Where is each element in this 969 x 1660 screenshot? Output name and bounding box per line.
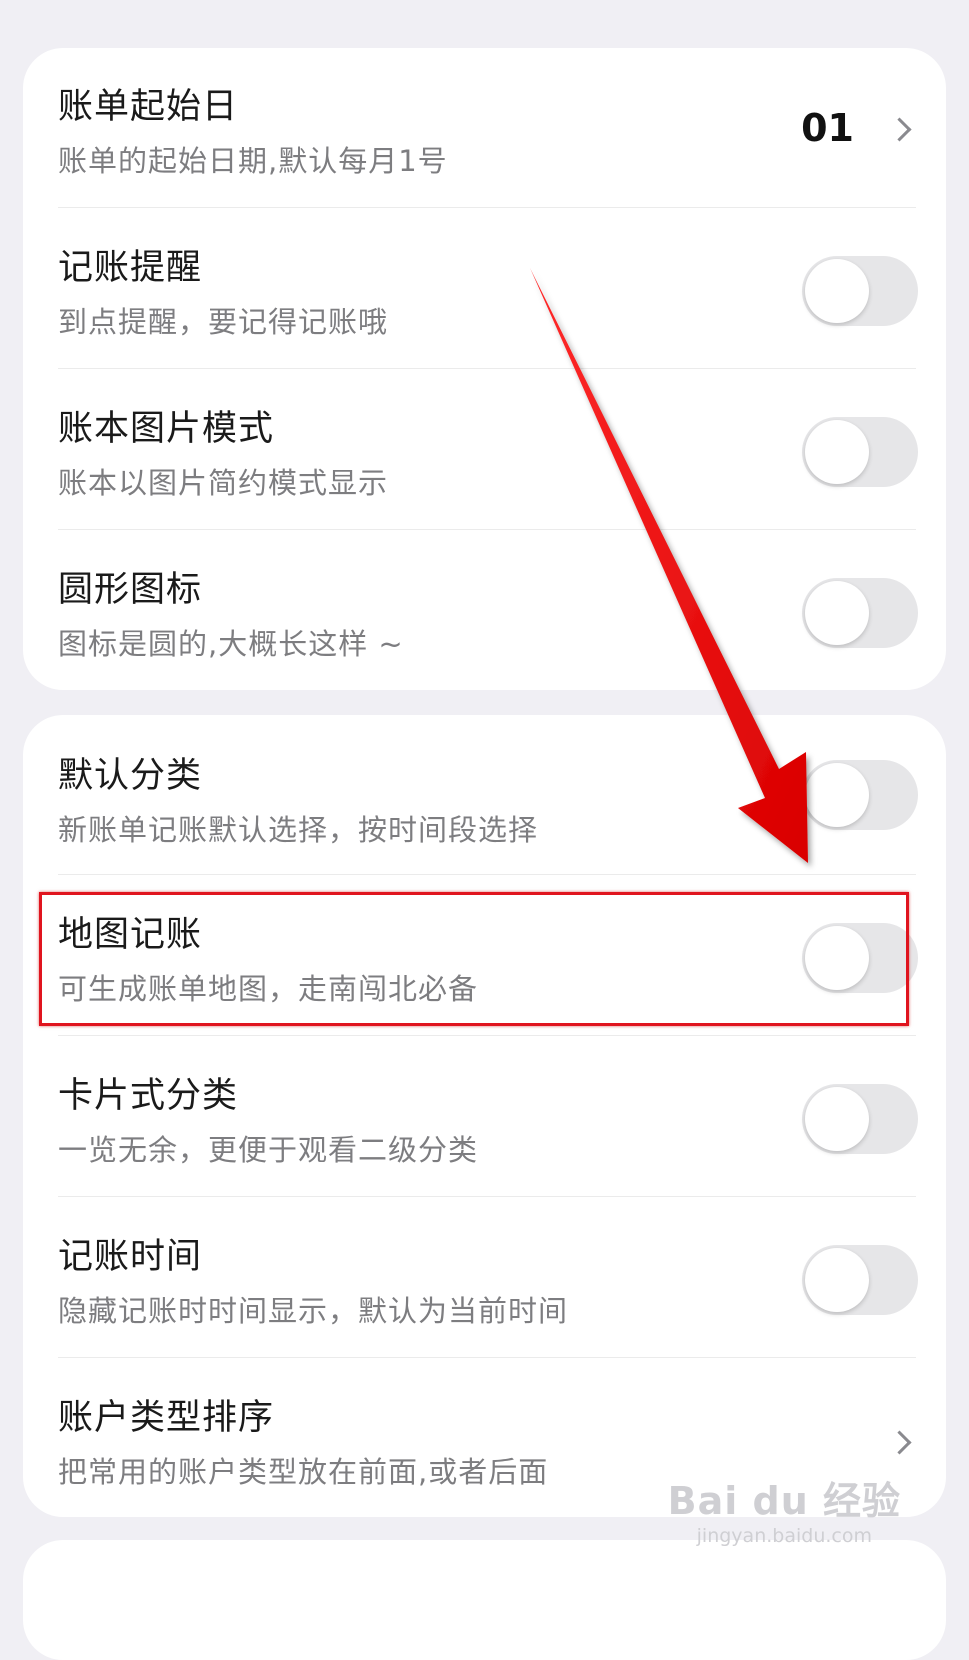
chevron-right-icon <box>887 1430 912 1455</box>
toggle-knob <box>805 259 869 323</box>
settings-group-bookkeeping: 默认分类 新账单记账默认选择，按时间段选择 地图记账 可生成账单地图，走南闯北必… <box>23 715 946 1517</box>
setting-subtitle: 一览无余，更便于观看二级分类 <box>58 1133 479 1167</box>
divider <box>58 207 916 208</box>
divider <box>58 1357 916 1358</box>
watermark-logo: Bai du 经验 <box>667 1479 901 1523</box>
bookkeeping-time-toggle[interactable] <box>802 1245 918 1315</box>
divider <box>58 874 916 875</box>
toggle-knob <box>805 581 869 645</box>
setting-subtitle: 到点提醒，要记得记账哦 <box>58 305 389 339</box>
divider <box>58 368 916 369</box>
setting-subtitle: 账单的起始日期,默认每月1号 <box>58 144 448 178</box>
setting-title: 记账提醒 <box>58 248 203 288</box>
map-bookkeeping-toggle[interactable] <box>802 923 918 993</box>
setting-card-category: 卡片式分类 一览无余，更便于观看二级分类 <box>23 1037 946 1197</box>
card-category-toggle[interactable] <box>802 1084 918 1154</box>
toggle-knob <box>805 763 869 827</box>
divider <box>58 529 916 530</box>
settings-group-more <box>23 1540 946 1660</box>
setting-subtitle: 图标是圆的,大概长这样 ~ <box>58 627 404 661</box>
divider <box>58 1196 916 1197</box>
setting-title: 地图记账 <box>58 915 203 955</box>
image-mode-toggle[interactable] <box>802 417 918 487</box>
toggle-knob <box>805 1087 869 1151</box>
setting-subtitle: 隐藏记账时时间显示，默认为当前时间 <box>58 1294 569 1328</box>
setting-bookkeeping-time: 记账时间 隐藏记账时时间显示，默认为当前时间 <box>23 1198 946 1358</box>
setting-title: 账户类型排序 <box>58 1398 275 1438</box>
default-category-toggle[interactable] <box>802 760 918 830</box>
setting-reminder: 记账提醒 到点提醒，要记得记账哦 <box>23 209 946 369</box>
toggle-knob <box>805 1248 869 1312</box>
bill-start-day-value: 01 <box>801 106 854 150</box>
setting-round-icons: 圆形图标 图标是圆的,大概长这样 ~ <box>23 531 946 690</box>
setting-title: 账本图片模式 <box>58 409 275 449</box>
chevron-right-icon <box>887 117 912 142</box>
divider <box>58 1035 916 1036</box>
setting-image-mode: 账本图片模式 账本以图片简约模式显示 <box>23 370 946 530</box>
setting-title: 卡片式分类 <box>58 1076 239 1116</box>
settings-group-general: 账单起始日 账单的起始日期,默认每月1号 01 记账提醒 到点提醒，要记得记账哦… <box>23 48 946 690</box>
reminder-toggle[interactable] <box>802 256 918 326</box>
setting-title: 记账时间 <box>58 1237 203 1277</box>
setting-title: 圆形图标 <box>58 570 203 610</box>
toggle-knob <box>805 420 869 484</box>
watermark-url: jingyan.baidu.com <box>696 1525 872 1547</box>
setting-subtitle: 新账单记账默认选择，按时间段选择 <box>58 813 539 847</box>
setting-title: 默认分类 <box>58 756 203 796</box>
setting-title: 账单起始日 <box>58 87 239 127</box>
setting-subtitle: 可生成账单地图，走南闯北必备 <box>58 972 479 1006</box>
watermark: Bai du 经验 jingyan.baidu.com <box>668 1470 901 1547</box>
setting-map-bookkeeping: 地图记账 可生成账单地图，走南闯北必备 <box>23 876 946 1036</box>
setting-default-category: 默认分类 新账单记账默认选择，按时间段选择 <box>23 715 946 875</box>
round-icons-toggle[interactable] <box>802 578 918 648</box>
toggle-knob <box>805 926 869 990</box>
setting-subtitle: 账本以图片简约模式显示 <box>58 466 389 500</box>
setting-subtitle: 把常用的账户类型放在前面,或者后面 <box>58 1455 549 1489</box>
setting-bill-start-day[interactable]: 账单起始日 账单的起始日期,默认每月1号 01 <box>23 48 946 208</box>
